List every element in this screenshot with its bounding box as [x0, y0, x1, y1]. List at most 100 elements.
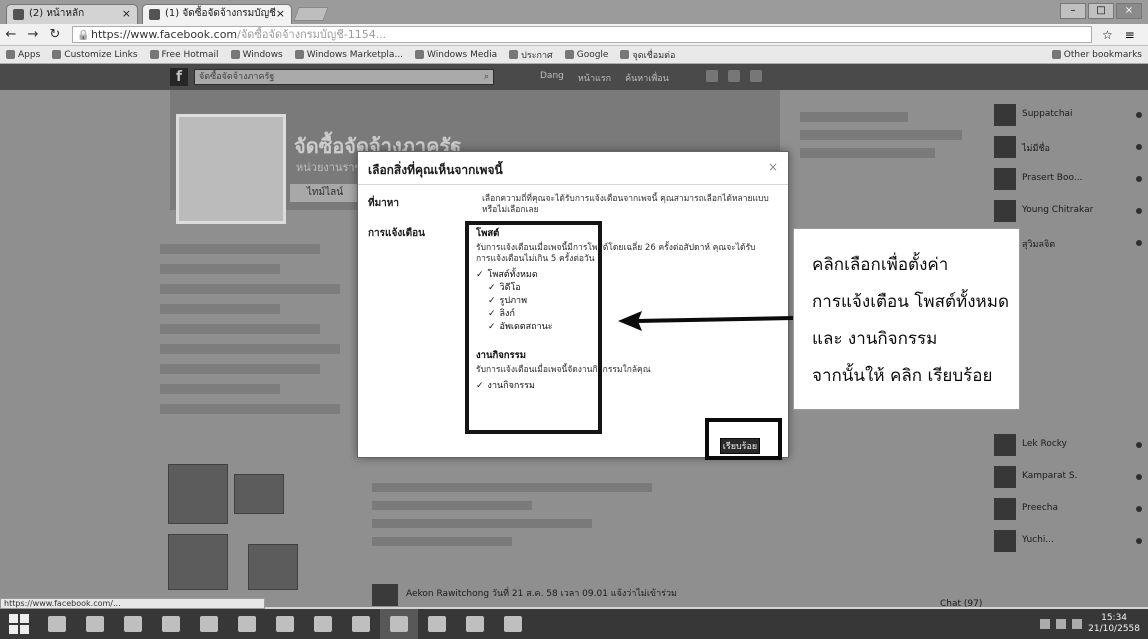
browser-menu-icon[interactable]: ☆ ≡: [1102, 28, 1139, 42]
bookmark-icon: [509, 50, 519, 59]
facebook-nav: Dang หน้าแรก ค้นหาเพื่อน: [540, 71, 669, 85]
taskbar-excel[interactable]: [228, 609, 266, 639]
prefs-label: ที่มาหา: [368, 198, 400, 209]
chat-contact[interactable]: Lek Rocky: [994, 434, 1148, 456]
url-input[interactable]: 🔒 https://www.facebook.com/จัดซื้อจัดจ้า…: [72, 26, 1092, 43]
start-button[interactable]: [0, 609, 38, 639]
chat-contact[interactable]: Kamparat S.: [994, 466, 1148, 488]
chat-contact[interactable]: Suppatchai: [994, 104, 1148, 126]
prefs-description: เลือกความถี่ที่คุณจะได้รับการแจ้งเตือนจา…: [482, 194, 769, 215]
close-window-icon[interactable]: ×: [1116, 3, 1142, 19]
avatar: [994, 530, 1016, 552]
chat-status[interactable]: Chat (97): [940, 599, 982, 607]
friend-requests-icon[interactable]: [706, 70, 718, 82]
url-host: https://www.facebook.com: [91, 28, 238, 41]
callout-line: จากนั้นให้ คลิก เรียบร้อย: [812, 366, 993, 386]
back-icon[interactable]: ←: [0, 27, 22, 42]
page-profile-picture: [176, 114, 286, 224]
placeholder-row: [160, 324, 320, 334]
google-icon: [564, 50, 574, 59]
network-icon[interactable]: [1040, 619, 1051, 629]
bookmark-item[interactable]: จุดเชื่อมต่อ: [620, 48, 675, 62]
nav-home[interactable]: หน้าแรก: [578, 71, 611, 85]
chat-contact[interactable]: Young Chitrakar: [994, 200, 1148, 222]
taskbar-skype[interactable]: [342, 609, 380, 639]
excel-icon: [238, 616, 256, 632]
callout-line: คลิกเลือกเพื่อตั้งค่า: [812, 255, 949, 275]
browser-tab-home[interactable]: (2) หน้าหลัก ×: [6, 4, 138, 24]
taskbar-paint[interactable]: [418, 609, 456, 639]
browser-tab-strip: (2) หน้าหลัก × (1) จัดซื้อจัดจ้างกรมบัญช…: [0, 0, 1148, 24]
url-path: /จัดซื้อจัดจ้างกรมบัญชี-1154...: [237, 28, 387, 41]
avatar[interactable]: [372, 584, 398, 606]
other-bookmarks[interactable]: Other bookmarks: [1051, 50, 1142, 60]
chat-contact[interactable]: Yuchi...: [994, 530, 1148, 552]
chrome-icon: [390, 616, 408, 632]
placeholder-row: [160, 364, 320, 374]
bookmark-icon: [149, 50, 159, 59]
photos-grid: [168, 464, 348, 594]
bookmark-item[interactable]: ประกาศ: [509, 48, 553, 62]
chat-contact[interactable]: Prasert Boo...: [994, 168, 1148, 190]
online-dot-icon: [1136, 112, 1142, 118]
windows-logo-icon: [9, 614, 29, 634]
taskbar-app[interactable]: [456, 609, 494, 639]
status-url: https://www.facebook.com/...: [0, 598, 265, 609]
placeholder-row: [160, 384, 280, 394]
chat-contact[interactable]: Preecha: [994, 498, 1148, 520]
reload-icon[interactable]: ↻: [44, 27, 66, 42]
chat-contact[interactable]: ไม่มีชื่อ: [994, 136, 1148, 158]
avatar: [994, 466, 1016, 488]
right-column: [800, 104, 980, 166]
nav-find-friends[interactable]: ค้นหาเพื่อน: [625, 71, 669, 85]
bookmark-item[interactable]: Windows: [230, 50, 283, 60]
online-dot-icon: [1136, 474, 1142, 480]
bookmark-item[interactable]: Windows Media: [415, 50, 497, 60]
taskbar-calculator[interactable]: [266, 609, 304, 639]
close-tab-icon[interactable]: ×: [122, 5, 131, 23]
window-controls: – □ ×: [1060, 3, 1142, 19]
notifications-label: การแจ้งเตือน: [368, 228, 425, 239]
new-tab-button[interactable]: [293, 7, 329, 21]
photo-thumbnail[interactable]: [168, 464, 228, 524]
close-icon[interactable]: ×: [768, 160, 778, 174]
maximize-icon[interactable]: □: [1088, 3, 1114, 19]
facebook-search-input[interactable]: จัดซื้อจัดจ้างภาครัฐ ⌕: [194, 69, 494, 85]
photo-thumbnail[interactable]: [248, 544, 298, 590]
avatar: [994, 498, 1016, 520]
clock-date: 21/10/2558: [1088, 624, 1140, 634]
taskbar-clock[interactable]: 15:34 21/10/2558: [1088, 613, 1140, 635]
bookmark-item[interactable]: Google: [564, 50, 608, 60]
taskbar-photos[interactable]: [304, 609, 342, 639]
taskbar-ie[interactable]: [38, 609, 76, 639]
forward-icon[interactable]: →: [22, 27, 44, 42]
close-tab-icon[interactable]: ×: [276, 5, 285, 23]
apps-icon: [6, 50, 15, 59]
internet-explorer-icon: [48, 616, 66, 632]
photo-thumbnail[interactable]: [234, 474, 284, 514]
nav-profile[interactable]: Dang: [540, 71, 564, 85]
bookmark-item[interactable]: Free Hotmail: [149, 50, 219, 60]
minimize-icon[interactable]: –: [1060, 3, 1086, 19]
tab-timeline[interactable]: ไทม์ไลน์: [290, 184, 360, 202]
facebook-logo-icon[interactable]: f: [170, 68, 188, 86]
bookmark-item[interactable]: Customize Links: [52, 50, 138, 60]
messages-icon[interactable]: [728, 70, 740, 82]
notifications-icon[interactable]: [750, 70, 762, 82]
post-author-line: Aekon Rawitchong วันที่ 21 ส.ค. 58 เวลา …: [406, 589, 677, 599]
search-icon[interactable]: ⌕: [484, 70, 489, 84]
taskbar-chrome[interactable]: [380, 609, 418, 639]
online-dot-icon: [1136, 506, 1142, 512]
taskbar-store[interactable]: [114, 609, 152, 639]
volume-icon[interactable]: [1056, 619, 1067, 629]
language-icon[interactable]: [1072, 619, 1083, 629]
photo-thumbnail[interactable]: [168, 534, 228, 590]
bookmark-item[interactable]: Apps: [6, 50, 40, 60]
taskbar-powerpoint[interactable]: [190, 609, 228, 639]
taskbar-word[interactable]: [152, 609, 190, 639]
bookmark-item[interactable]: Windows Marketpla...: [294, 50, 403, 60]
taskbar-app[interactable]: [494, 609, 532, 639]
bookmarks-bar: Apps Customize Links Free Hotmail Window…: [0, 46, 1148, 64]
taskbar-explorer[interactable]: [76, 609, 114, 639]
browser-tab-page[interactable]: (1) จัดซื้อจัดจ้างกรมบัญชี ×: [142, 4, 292, 24]
